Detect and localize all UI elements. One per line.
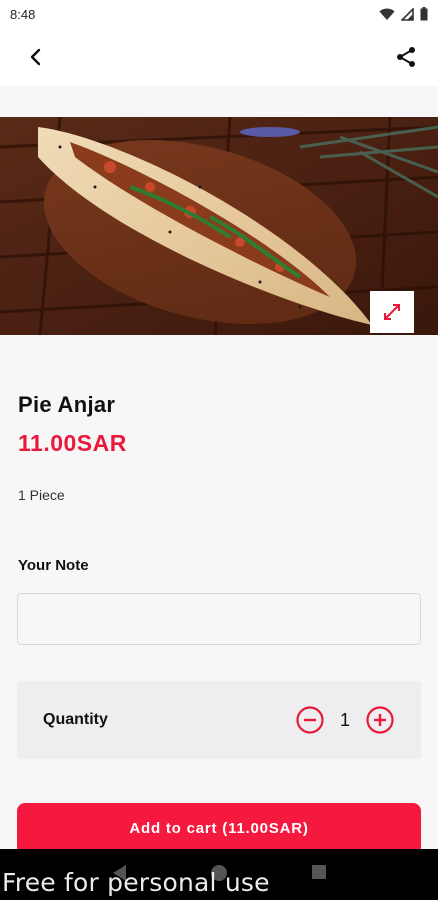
status-icons bbox=[379, 7, 428, 21]
note-input[interactable] bbox=[17, 593, 421, 645]
status-bar: 8:48 bbox=[0, 0, 438, 28]
product-unit: 1 Piece bbox=[18, 487, 65, 503]
quantity-card: Quantity 1 bbox=[17, 681, 421, 759]
quantity-stepper: 1 bbox=[295, 705, 395, 735]
battery-icon bbox=[420, 7, 428, 21]
minus-circle-icon bbox=[296, 706, 324, 734]
increment-button[interactable] bbox=[365, 705, 395, 735]
product-image bbox=[0, 117, 438, 335]
product-name: Pie Anjar bbox=[18, 392, 116, 417]
product-price: 11.00SAR bbox=[18, 430, 127, 456]
status-time: 8:48 bbox=[10, 6, 36, 22]
share-button[interactable] bbox=[392, 43, 420, 71]
recents-square-icon[interactable] bbox=[310, 863, 328, 881]
decrement-button[interactable] bbox=[295, 705, 325, 735]
quantity-value: 1 bbox=[339, 709, 350, 730]
signal-icon bbox=[401, 7, 414, 21]
app-bar bbox=[0, 28, 438, 86]
back-button[interactable] bbox=[22, 43, 50, 71]
quantity-label: Quantity bbox=[43, 711, 108, 728]
expand-image-button[interactable] bbox=[370, 291, 414, 333]
chevron-left-icon bbox=[30, 48, 41, 66]
expand-icon bbox=[384, 304, 400, 320]
note-label: Your Note bbox=[18, 557, 89, 574]
watermark: Free for personal use bbox=[2, 868, 270, 897]
plus-circle-icon bbox=[366, 706, 394, 734]
add-to-cart-button[interactable]: Add to cart (11.00SAR) bbox=[17, 803, 421, 855]
wifi-icon bbox=[379, 8, 395, 20]
share-icon bbox=[397, 47, 415, 67]
